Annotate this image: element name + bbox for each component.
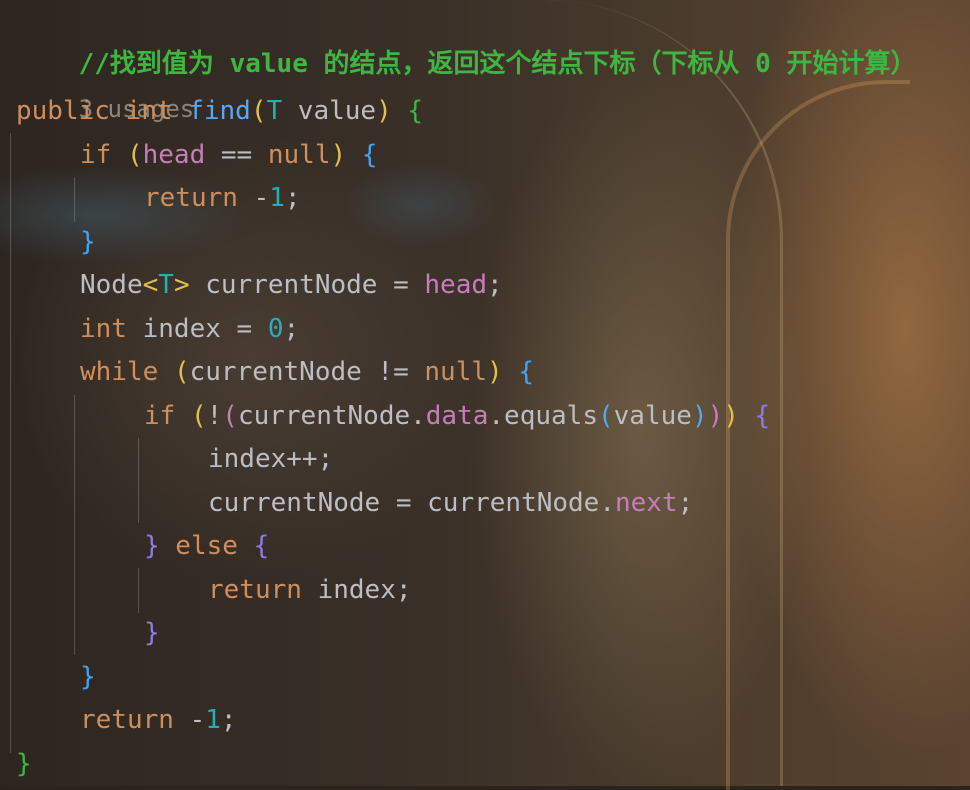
code-editor[interactable]: //找到值为 value 的结点，返回这个结点下标（下标从 0 开始计算） 3 … [0,0,970,786]
indent-guide [138,438,139,523]
code-line-if-head-null: if (head == null) { [80,135,377,175]
indent-guide [138,568,139,613]
semicolon: ; [284,183,301,213]
keyword: if [144,401,176,431]
semicolon: ; [487,270,503,300]
keyword: if [80,140,112,170]
statement: index++; [208,444,334,474]
keyword: int [80,314,127,344]
field: head [424,270,488,300]
variable: currentNode = currentNode. [208,488,615,518]
paren: ( [190,401,207,431]
variable: currentNode. [237,401,426,431]
code-line-return-neg-one: return -1; [80,700,237,740]
number: 1 [269,183,285,213]
type-param: T [158,270,174,300]
code-line-index-increment: index++; [208,439,333,479]
semicolon: ; [677,488,694,518]
paren: ) [723,401,739,431]
code-line-close-brace: } [80,222,96,262]
argument: value [613,401,692,431]
number: 0 [267,314,284,344]
code-line-index-decl: int index = 0; [80,309,299,349]
field: data [425,401,489,431]
semicolon: ; [220,705,237,735]
brace: } [144,618,160,648]
brace: { [518,357,534,387]
paren: ( [222,401,238,431]
brace: { [253,531,270,561]
code-line-while: while (currentNode != null) { [80,352,534,392]
code-line-close-brace: } [80,657,96,697]
brace: { [754,401,771,431]
keyword: return [208,575,302,605]
paren: ) [487,357,503,387]
paren: ) [376,96,392,126]
class-name: Node [80,270,143,300]
keyword: public [16,96,110,126]
field: next [615,488,678,518]
usages-hint[interactable]: 3 usages [16,49,195,123]
brace: { [361,140,378,170]
method-name[interactable]: find [188,96,251,126]
variable: index = [126,314,268,344]
keyword: return [144,183,238,213]
variable: currentNode = [189,270,425,300]
code-line-return-index: return index; [208,570,412,610]
brace: } [144,531,160,561]
paren: ) [691,401,708,431]
paren: ( [173,357,190,387]
paren: ( [126,140,143,170]
code-line-comment: //找到值为 value 的结点，返回这个结点下标（下标从 0 开始计算） [16,4,917,79]
operator: - [173,705,206,735]
type-param: T [266,96,283,126]
field: head [142,140,206,170]
indent-guide [74,177,75,222]
keyword: else [159,531,254,561]
paren: ) [707,401,724,431]
code-line-advance-node: currentNode = currentNode.next; [208,483,693,523]
operator: == [205,140,268,170]
brace: } [80,662,96,692]
keyword: null [267,140,331,170]
code-line-current-node-decl: Node<T> currentNode = head; [80,265,503,305]
paren: ) [330,140,347,170]
operator: ! [206,401,223,431]
paren: ( [597,401,614,431]
keyword: while [80,357,159,387]
keyword: return [80,705,174,735]
code-line-else: } else { [144,526,269,566]
angle-bracket: < [142,270,159,300]
paren: ( [250,96,267,126]
code-line-close-brace: } [16,744,32,784]
keyword: int [125,96,173,126]
code-line-return-neg-one: return -1; [144,178,301,218]
param-name: value [282,96,377,126]
code-line-close-brace: } [144,613,160,653]
code-line-if-not-equals: if (!(currentNode.data.equals(value))) { [144,396,770,436]
variable: index; [301,575,412,605]
indent-guide [74,395,75,655]
number: 1 [205,705,221,735]
operator: - [237,183,270,213]
brace: } [80,227,96,257]
brace: { [407,96,424,126]
comment-text: //找到值为 value 的结点，返回这个结点下标（下标从 0 开始计算） [78,49,917,79]
angle-bracket: > [173,270,190,300]
method-call: .equals [488,401,598,431]
brace: } [16,749,32,779]
semicolon: ; [283,314,300,344]
keyword: null [424,357,488,387]
condition: currentNode != [189,357,425,387]
code-line-method-signature: public int find(T value) { [16,91,423,131]
indent-guide [10,133,11,753]
